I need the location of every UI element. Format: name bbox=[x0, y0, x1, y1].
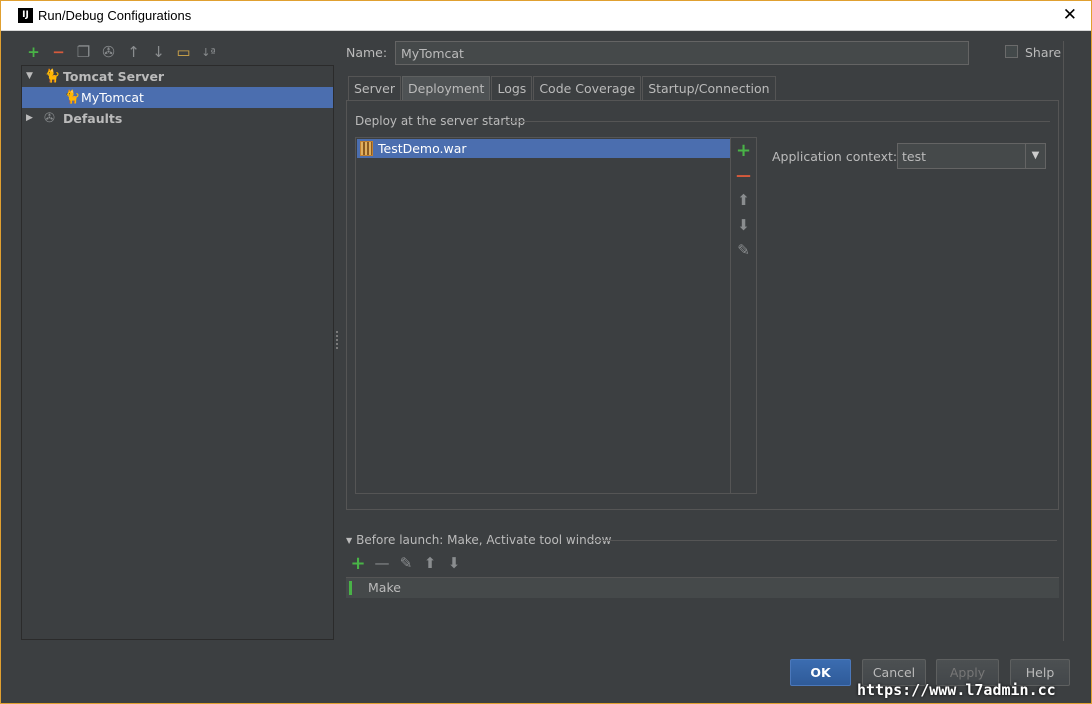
expand-arrow-icon[interactable]: ▼ bbox=[26, 66, 33, 87]
tree-item-label: Defaults bbox=[63, 111, 123, 126]
plus-icon: + bbox=[350, 553, 366, 574]
plus-icon: + bbox=[27, 42, 40, 61]
folder-icon: ▭ bbox=[176, 42, 191, 61]
tree-item-label: Tomcat Server bbox=[63, 69, 165, 84]
tab-startup-connection[interactable]: Startup/Connection bbox=[642, 76, 776, 100]
edit-task-button[interactable]: ✎ bbox=[398, 555, 414, 572]
move-up-button[interactable]: ↑ bbox=[125, 42, 142, 61]
share-label: Share bbox=[1025, 45, 1062, 60]
wrench-icon: ✇ bbox=[44, 111, 55, 126]
add-task-button[interactable]: + bbox=[350, 553, 366, 574]
tab-deployment[interactable]: Deployment bbox=[402, 76, 491, 100]
task-label: Make bbox=[368, 580, 401, 595]
tomcat-icon: 🐈 bbox=[64, 90, 81, 105]
arrow-up-icon: ⬆ bbox=[423, 554, 437, 572]
plus-icon: + bbox=[735, 140, 752, 161]
copy-configuration-button[interactable]: ❐ bbox=[75, 42, 92, 61]
artifact-toolbar: + — ⬆ ⬇ ✎ bbox=[731, 137, 757, 494]
share-checkbox[interactable] bbox=[1005, 45, 1018, 58]
pencil-icon: ✎ bbox=[737, 241, 750, 259]
chevron-down-icon[interactable]: ▼ bbox=[1025, 144, 1045, 168]
folder-button[interactable]: ▭ bbox=[175, 42, 192, 61]
minus-icon: − bbox=[52, 42, 65, 61]
move-artifact-down-button[interactable]: ⬇ bbox=[736, 217, 752, 234]
artifact-item[interactable]: TestDemo.war bbox=[357, 139, 730, 158]
configurations-toolbar: + − ❐ ✇ ↑ ↓ ▭ ↓ª bbox=[25, 43, 217, 61]
tomcat-icon: 🐈 bbox=[44, 69, 61, 84]
add-configuration-button[interactable]: + bbox=[25, 42, 42, 61]
config-tabs: Server Deployment Logs Code Coverage Sta… bbox=[348, 76, 777, 100]
add-artifact-button[interactable]: + bbox=[735, 140, 752, 161]
sort-icon: ↓ª bbox=[201, 45, 216, 59]
move-task-up-button[interactable]: ⬆ bbox=[422, 555, 438, 572]
intellij-app-icon: IJ bbox=[18, 8, 33, 23]
deploy-section-header: Deploy at the server startup bbox=[355, 114, 526, 128]
close-icon[interactable]: ✕ bbox=[1063, 5, 1077, 25]
move-task-down-button[interactable]: ⬇ bbox=[446, 555, 462, 572]
edit-defaults-button[interactable]: ✇ bbox=[100, 42, 117, 61]
minus-icon: — bbox=[736, 166, 751, 184]
tab-code-coverage[interactable]: Code Coverage bbox=[533, 76, 642, 100]
move-down-button[interactable]: ↓ bbox=[150, 42, 167, 61]
tab-logs[interactable]: Logs bbox=[491, 76, 533, 100]
wrench-icon: ✇ bbox=[102, 42, 115, 61]
window-title: Run/Debug Configurations bbox=[38, 8, 192, 23]
tree-item-defaults[interactable]: ▶ ✇ Defaults bbox=[22, 108, 333, 129]
edit-artifact-button[interactable]: ✎ bbox=[736, 242, 752, 259]
tree-item-mytomcat[interactable]: 🐈 MyTomcat bbox=[22, 87, 333, 108]
section-divider bbox=[591, 540, 1057, 541]
minus-icon: — bbox=[374, 554, 390, 572]
arrow-down-icon: ⬇ bbox=[737, 216, 750, 234]
ok-button[interactable]: OK bbox=[790, 659, 851, 686]
tab-server[interactable]: Server bbox=[348, 76, 401, 100]
before-launch-toggle[interactable]: ▼ Before launch: Make, Activate tool wind… bbox=[346, 533, 611, 547]
application-context-select[interactable]: test ▼ bbox=[897, 143, 1046, 169]
pencil-icon: ✎ bbox=[399, 554, 413, 572]
watermark-text: https://www.l7admin.cc bbox=[857, 681, 1056, 699]
arrow-up-icon: ↑ bbox=[127, 42, 140, 61]
remove-artifact-button[interactable]: — bbox=[736, 167, 752, 184]
collapse-triangle-icon: ▼ bbox=[346, 536, 353, 545]
before-launch-label: Before launch: Make, Activate tool windo… bbox=[356, 533, 612, 547]
before-launch-toolbar: + — ✎ ⬆ ⬇ bbox=[350, 553, 462, 574]
section-divider bbox=[505, 121, 1050, 122]
tree-item-tomcat-server[interactable]: ▼ 🐈 Tomcat Server bbox=[22, 66, 333, 87]
arrow-down-icon: ⬇ bbox=[447, 554, 461, 572]
scrollbar[interactable] bbox=[1063, 41, 1073, 641]
application-context-label: Application context: bbox=[772, 149, 898, 164]
name-label: Name: bbox=[346, 45, 388, 60]
tree-item-label: MyTomcat bbox=[81, 90, 144, 105]
war-archive-icon bbox=[360, 141, 373, 156]
run-debug-dialog: IJ Run/Debug Configurations ✕ + − ❐ ✇ ↑ … bbox=[0, 0, 1092, 704]
arrow-up-icon: ⬆ bbox=[737, 191, 750, 209]
title-bar: IJ Run/Debug Configurations ✕ bbox=[1, 1, 1091, 31]
sort-button[interactable]: ↓ª bbox=[200, 44, 217, 61]
configurations-tree: ▼ 🐈 Tomcat Server 🐈 MyTomcat ▶ ✇ Default… bbox=[21, 65, 334, 640]
copy-icon: ❐ bbox=[76, 42, 91, 61]
list-item-make[interactable]: Make bbox=[346, 578, 1059, 598]
remove-task-button[interactable]: — bbox=[374, 555, 390, 572]
artifact-list: TestDemo.war bbox=[355, 137, 731, 494]
binary-build-icon bbox=[349, 581, 362, 595]
application-context-value: test bbox=[902, 149, 927, 164]
name-field[interactable] bbox=[395, 41, 969, 65]
artifact-label: TestDemo.war bbox=[378, 141, 467, 156]
arrow-down-icon: ↓ bbox=[152, 42, 165, 61]
collapse-arrow-icon[interactable]: ▶ bbox=[26, 108, 33, 129]
before-launch-list: Make bbox=[346, 577, 1059, 641]
move-artifact-up-button[interactable]: ⬆ bbox=[736, 192, 752, 209]
remove-configuration-button[interactable]: − bbox=[50, 42, 67, 61]
splitter-handle[interactable] bbox=[336, 331, 339, 349]
